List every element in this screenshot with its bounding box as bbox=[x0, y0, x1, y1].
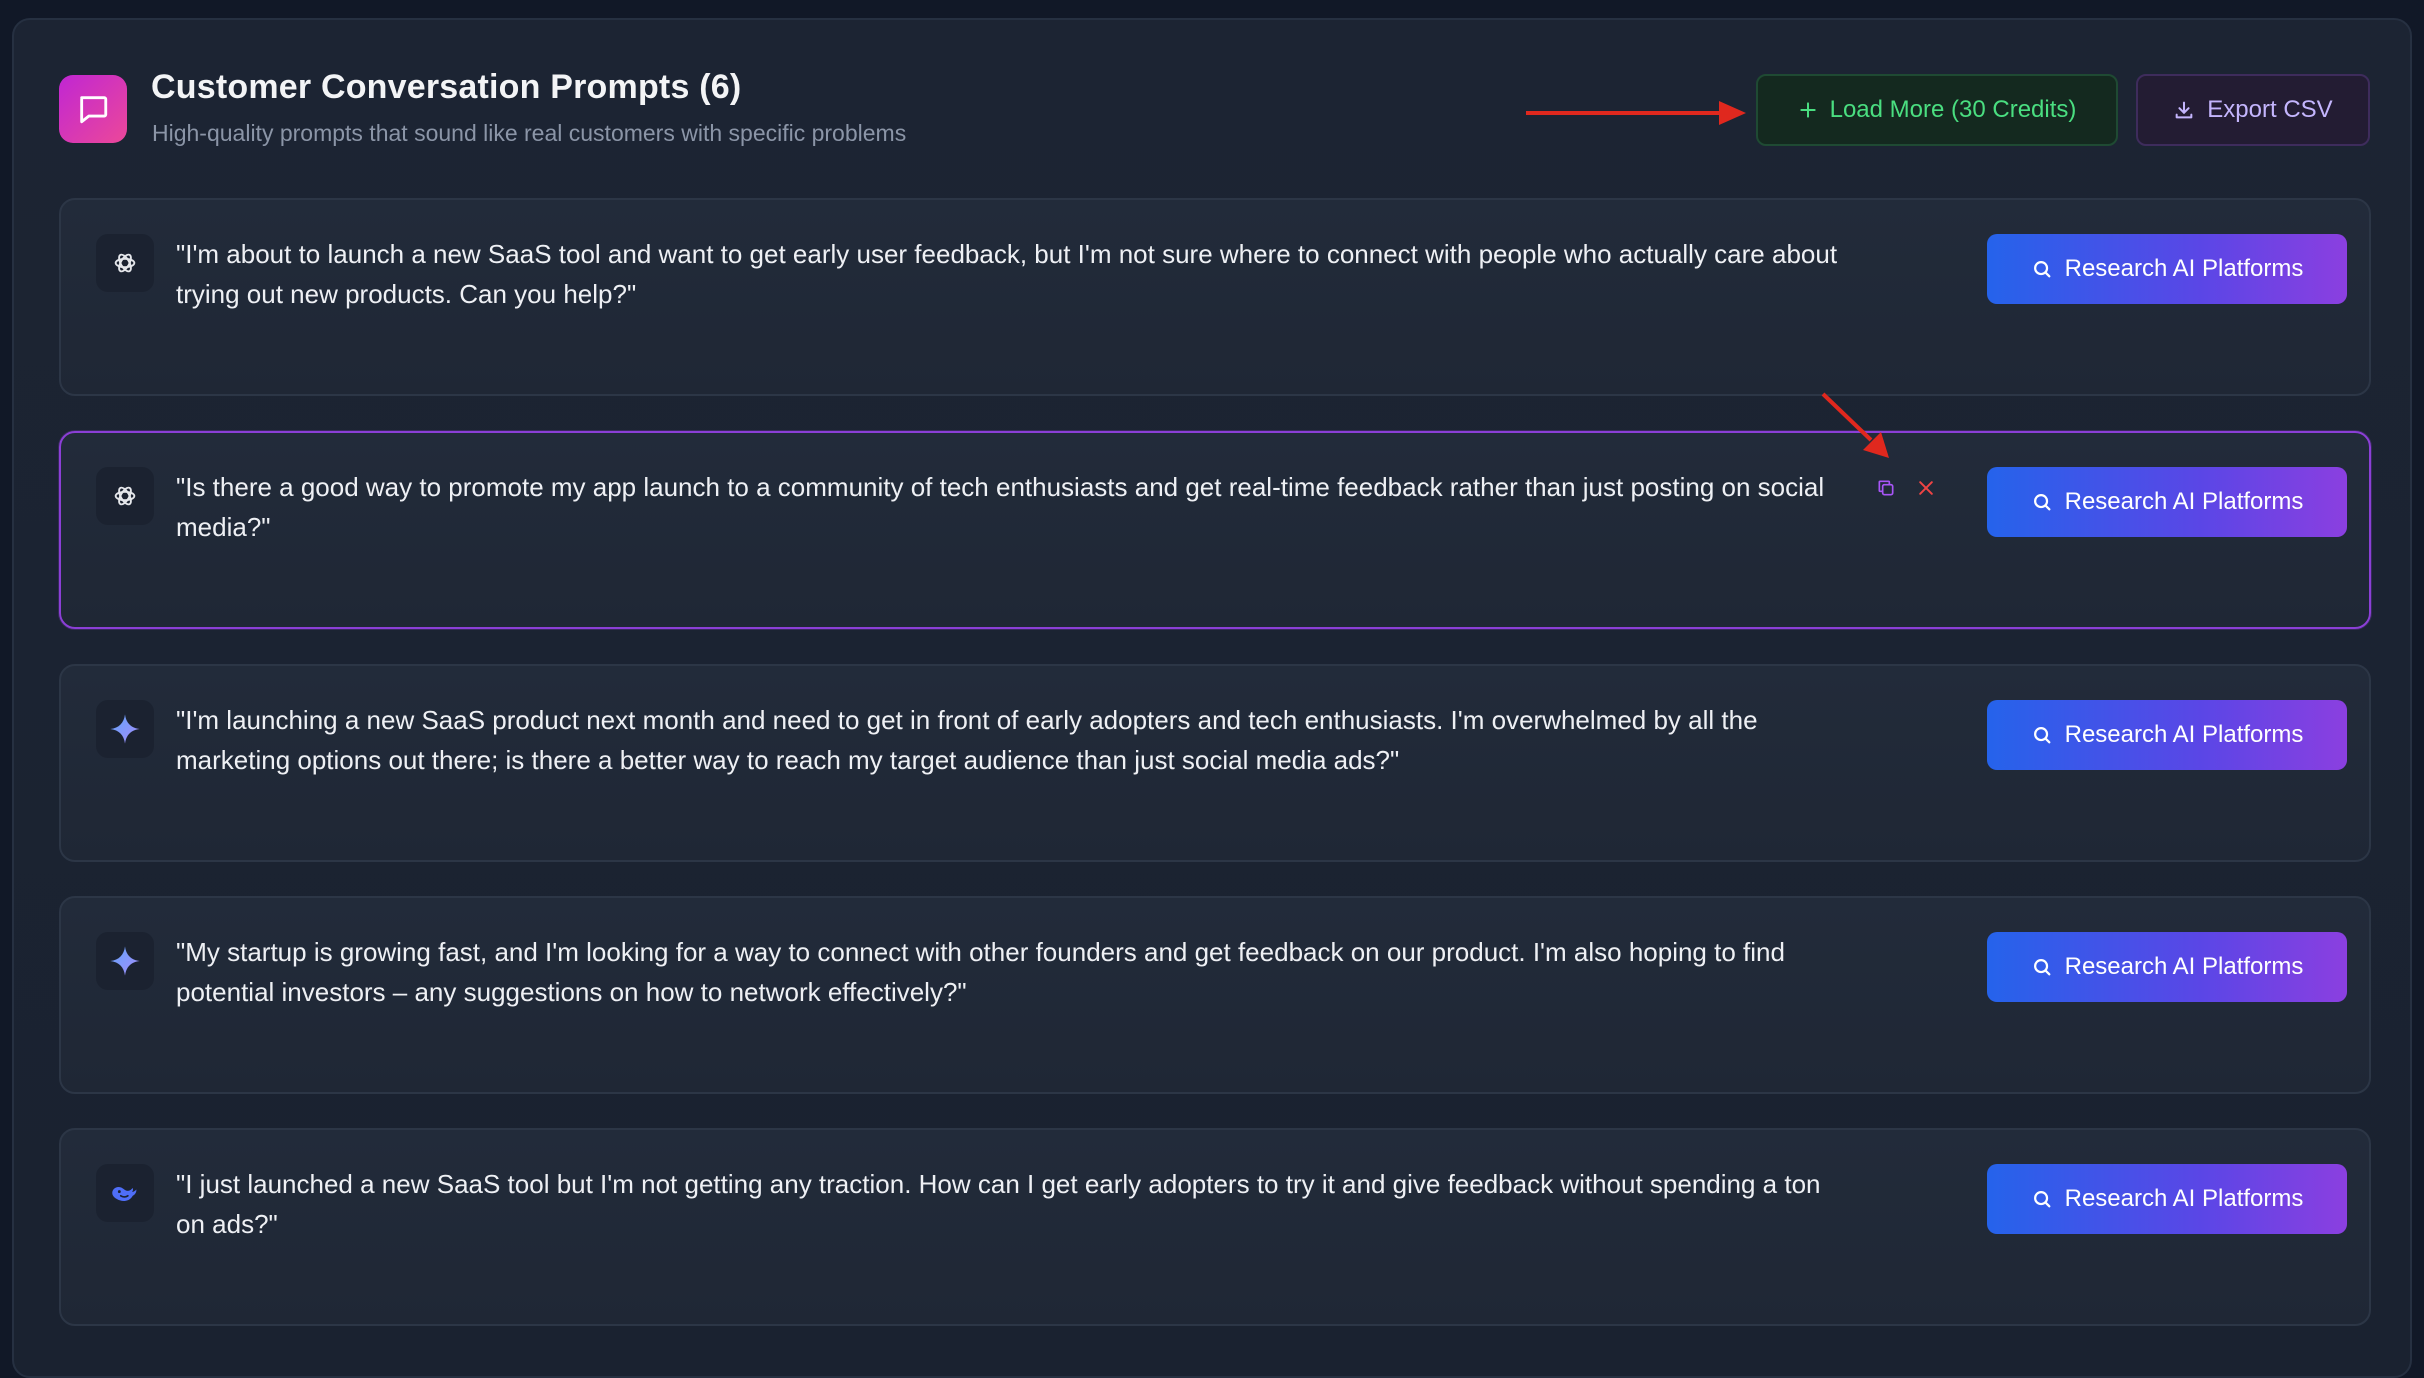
export-csv-label: Export CSV bbox=[2207, 96, 2333, 123]
research-button-label: Research AI Platforms bbox=[2064, 1185, 2304, 1212]
export-csv-button[interactable]: Export CSV bbox=[2136, 74, 2370, 146]
deepseek-icon bbox=[96, 1164, 154, 1222]
research-button-label: Research AI Platforms bbox=[2064, 255, 2304, 282]
load-more-button[interactable]: Load More (30 Credits) bbox=[1756, 74, 2118, 146]
copy-button[interactable] bbox=[1871, 473, 1901, 503]
prompt-card: "I'm about to launch a new SaaS tool and… bbox=[59, 198, 2371, 396]
research-ai-platforms-button[interactable]: Research AI Platforms bbox=[1987, 932, 2347, 1002]
prompt-card: "I'm launching a new SaaS product next m… bbox=[59, 664, 2371, 862]
search-icon bbox=[2033, 959, 2051, 976]
delete-button[interactable] bbox=[1911, 473, 1941, 503]
search-icon bbox=[2033, 494, 2051, 511]
download-icon bbox=[2175, 101, 2193, 119]
prompt-text: "I just launched a new SaaS tool but I'm… bbox=[176, 1169, 1821, 1239]
copy-icon bbox=[1878, 480, 1894, 496]
page-subtitle: High-quality prompts that sound like rea… bbox=[152, 120, 907, 146]
prompt-text: "I'm about to launch a new SaaS tool and… bbox=[176, 239, 1838, 309]
plus-icon bbox=[1799, 102, 1816, 118]
search-icon bbox=[2033, 261, 2051, 278]
search-icon bbox=[2033, 1191, 2051, 1208]
research-ai-platforms-button[interactable]: Research AI Platforms bbox=[1987, 234, 2347, 304]
chat-bubble-icon bbox=[59, 75, 127, 143]
annotation-arrow-icon bbox=[1526, 101, 1746, 125]
prompt-text: "My startup is growing fast, and I'm loo… bbox=[176, 937, 1785, 1007]
openai-icon bbox=[96, 234, 154, 292]
prompts-panel: Customer Conversation Prompts (6) High-q… bbox=[12, 18, 2412, 1378]
gemini-icon bbox=[96, 932, 154, 990]
openai-icon bbox=[96, 467, 154, 525]
load-more-label: Load More (30 Credits) bbox=[1829, 96, 2077, 123]
prompt-text: "Is there a good way to promote my app l… bbox=[176, 472, 1825, 542]
close-icon bbox=[1919, 481, 1933, 495]
prompt-text: "I'm launching a new SaaS product next m… bbox=[176, 705, 1758, 775]
research-ai-platforms-button[interactable]: Research AI Platforms bbox=[1987, 1164, 2347, 1234]
research-button-label: Research AI Platforms bbox=[2064, 953, 2304, 980]
research-button-label: Research AI Platforms bbox=[2064, 488, 2304, 515]
research-button-label: Research AI Platforms bbox=[2064, 721, 2304, 748]
page-title: Customer Conversation Prompts (6) bbox=[151, 68, 742, 106]
prompt-card: "My startup is growing fast, and I'm loo… bbox=[59, 896, 2371, 1094]
gemini-icon bbox=[96, 700, 154, 758]
prompt-card: "I just launched a new SaaS tool but I'm… bbox=[59, 1128, 2371, 1326]
search-icon bbox=[2033, 727, 2051, 744]
prompt-card-active: "Is there a good way to promote my app l… bbox=[59, 431, 2371, 629]
research-ai-platforms-button[interactable]: Research AI Platforms bbox=[1987, 700, 2347, 770]
research-ai-platforms-button[interactable]: Research AI Platforms bbox=[1987, 467, 2347, 537]
